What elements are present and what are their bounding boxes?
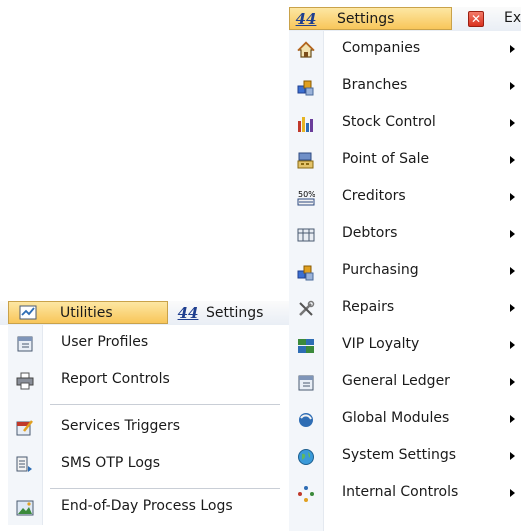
register-icon xyxy=(297,152,315,170)
calendar-book-icon xyxy=(16,335,34,353)
utilities-menu-header[interactable]: Utilities xyxy=(8,301,168,324)
exit-icon[interactable]: ✕ xyxy=(468,11,484,27)
menu-item-point-of-sale[interactable]: Point of Sale xyxy=(289,142,521,179)
submenu-arrow-icon xyxy=(510,267,515,275)
settings-menu-bar: 44 Settings ✕ Ex xyxy=(289,7,521,32)
submenu-arrow-icon xyxy=(510,45,515,53)
menu-item-label: Branches xyxy=(342,77,408,93)
cubes-icon xyxy=(297,78,315,96)
menu-item-label: Point of Sale xyxy=(342,151,430,167)
menu-item-general-ledger[interactable]: General Ledger xyxy=(289,364,521,401)
utilities-menu-bar: Utilities 44 Settings xyxy=(0,301,289,326)
settings-tab-label: Settings xyxy=(206,305,264,321)
menu-item-label: Stock Control xyxy=(342,114,436,130)
svg-text:50%: 50% xyxy=(298,190,315,199)
menu-item-services-triggers[interactable]: Services Triggers xyxy=(8,409,278,446)
house-icon xyxy=(297,41,315,59)
menu-item-vip-loyalty[interactable]: VIP Loyalty xyxy=(289,327,521,364)
submenu-arrow-icon xyxy=(510,452,515,460)
ledger-icon xyxy=(297,226,315,244)
menu-item-label: Services Triggers xyxy=(61,418,181,434)
submenu-arrow-icon xyxy=(510,489,515,497)
settings-header-label: Settings xyxy=(337,10,395,27)
calendar-book-icon xyxy=(297,374,315,392)
menu-item-creditors[interactable]: 50% Creditors xyxy=(289,179,521,216)
menu-item-label: Purchasing xyxy=(342,262,419,278)
loyalty-icon xyxy=(297,337,315,355)
submenu-arrow-icon xyxy=(510,82,515,90)
submenu-arrow-icon xyxy=(510,230,515,238)
menu-item-user-profiles[interactable]: User Profiles xyxy=(8,325,278,362)
menu-separator xyxy=(50,404,280,405)
menu-item-label: VIP Loyalty xyxy=(342,336,420,352)
menu-item-label: General Ledger xyxy=(342,373,450,389)
menu-item-repairs[interactable]: Repairs xyxy=(289,290,521,327)
menu-item-debtors[interactable]: Debtors xyxy=(289,216,521,253)
menu-item-sms-otp-logs[interactable]: SMS OTP Logs xyxy=(8,446,278,483)
app-logo-icon: 44 xyxy=(177,304,199,322)
menu-item-label: Debtors xyxy=(342,225,398,241)
cubes-icon xyxy=(297,263,315,281)
menu-item-label: Companies xyxy=(342,40,421,56)
menu-item-label: Repairs xyxy=(342,299,395,315)
submenu-arrow-icon xyxy=(510,156,515,164)
menu-item-stock-control[interactable]: Stock Control xyxy=(289,105,521,142)
printer-icon xyxy=(16,372,34,390)
menu-item-label: End-of-Day Process Logs xyxy=(61,498,233,514)
menu-item-branches[interactable]: Branches xyxy=(289,68,521,105)
menu-item-label: Global Modules xyxy=(342,410,450,426)
submenu-arrow-icon xyxy=(510,415,515,423)
submenu-arrow-icon xyxy=(510,119,515,127)
menu-item-label: Report Controls xyxy=(61,371,170,387)
menu-item-end-of-day-process-logs[interactable]: End-of-Day Process Logs xyxy=(8,489,278,526)
menu-item-label: SMS OTP Logs xyxy=(61,455,161,471)
menu-item-label: System Settings xyxy=(342,447,457,463)
globe-icon xyxy=(297,448,315,466)
submenu-arrow-icon xyxy=(510,193,515,201)
submenu-arrow-icon xyxy=(510,378,515,386)
tools-icon xyxy=(297,300,315,318)
calendar-pencil-icon xyxy=(16,419,34,437)
menu-item-purchasing[interactable]: Purchasing xyxy=(289,253,521,290)
chart-check-icon xyxy=(19,305,37,321)
settings-dropdown: Companies Branches Stock Control Point o… xyxy=(289,31,521,531)
submenu-arrow-icon xyxy=(510,304,515,312)
globe-swirl-icon xyxy=(297,411,315,429)
menu-item-internal-controls[interactable]: Internal Controls xyxy=(289,475,521,512)
image-icon xyxy=(16,499,34,517)
menu-item-label: User Profiles xyxy=(61,334,149,350)
utilities-dropdown: User Profiles Report Controls Services T… xyxy=(0,325,289,525)
cycle-icon xyxy=(297,485,315,503)
utilities-header-label: Utilities xyxy=(60,305,113,321)
menu-item-system-settings[interactable]: System Settings xyxy=(289,438,521,475)
exit-label[interactable]: Ex xyxy=(504,10,521,26)
menu-item-global-modules[interactable]: Global Modules xyxy=(289,401,521,438)
menu-item-companies[interactable]: Companies xyxy=(289,31,521,68)
bar-chart-icon xyxy=(297,115,315,133)
menu-item-report-controls[interactable]: Report Controls xyxy=(8,362,278,399)
settings-menu-header[interactable]: 44 Settings xyxy=(289,7,452,30)
menu-item-label: Creditors xyxy=(342,188,406,204)
settings-menu-tab[interactable]: 44 Settings xyxy=(176,304,264,322)
percent-tag-icon: 50% xyxy=(297,189,316,207)
list-arrow-icon xyxy=(16,456,34,474)
submenu-arrow-icon xyxy=(510,341,515,349)
menu-item-label: Internal Controls xyxy=(342,484,459,500)
app-logo-icon: 44 xyxy=(295,9,317,28)
